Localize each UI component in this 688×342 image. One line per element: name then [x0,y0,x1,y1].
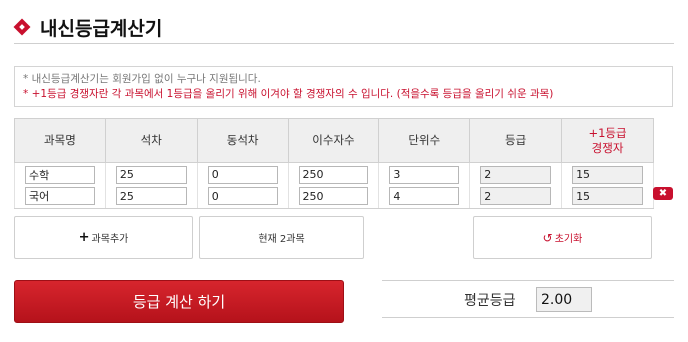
average-grade-output [536,287,592,312]
students-input[interactable] [298,187,369,206]
header-units: 단위수 [378,118,471,163]
header-rank: 석차 [104,118,198,163]
grade-table: 과목명 석차 동석차 이수자수 단위수 등급 +1등급 경쟁자 [14,118,654,209]
tie-rank-input[interactable] [207,165,278,184]
subject-input[interactable] [25,187,95,206]
reset-label: 초기화 [554,234,583,245]
students-input[interactable] [298,165,369,184]
calculate-label: 등급 계산 하기 [132,293,226,311]
calculate-button[interactable]: 등급 계산 하기 [14,280,344,323]
notice-line-2: * +1등급 경쟁자란 각 과목에서 1등급을 올리기 위해 이겨야 할 경쟁자… [23,88,554,100]
table-row [14,184,654,209]
add-subject-button[interactable]: + 과목추가 [14,216,193,259]
competitors-output [572,165,643,184]
average-grade-label: 평균등급 [464,293,516,309]
table-row [14,162,654,185]
plus-icon: + [78,230,90,245]
header-competitors: +1등급 경쟁자 [561,118,654,163]
reset-button[interactable]: ↺ 초기화 [473,216,652,259]
header-subject: 과목명 [14,118,106,163]
rank-input[interactable] [115,165,187,184]
diamond-icon [13,18,31,36]
reset-icon: ↺ [542,230,553,245]
page-header: 내신등급계산기 [13,12,674,44]
subject-count-label: 현재 2과목 [258,234,305,245]
competitors-output [572,187,643,206]
average-grade-box: 평균등급 [382,280,674,318]
notice-box: * 내신등급계산기는 회원가입 없이 누구나 지원됩니다. * +1등급 경쟁자… [14,66,673,107]
delete-row-button[interactable]: ✖ [653,187,673,200]
header-tie-rank: 동석차 [196,118,289,163]
notice-line-1: * 내신등급계산기는 회원가입 없이 누구나 지원됩니다. [23,73,261,85]
header-grade: 등급 [469,118,563,163]
units-input[interactable] [389,165,460,184]
grade-output [480,187,552,206]
rank-input[interactable] [115,187,187,206]
table-header-row: 과목명 석차 동석차 이수자수 단위수 등급 +1등급 경쟁자 [14,118,654,163]
units-input[interactable] [389,187,460,206]
add-subject-label: 과목추가 [91,234,129,245]
tie-rank-input[interactable] [207,187,278,206]
page-title: 내신등급계산기 [40,18,163,40]
subject-input[interactable] [25,165,95,184]
grade-output [480,165,552,184]
header-students: 이수자수 [287,118,380,163]
subject-count-button[interactable]: 현재 2과목 [199,216,364,259]
header-competitors-line2: 경쟁자 [591,140,624,155]
header-competitors-line1: +1등급 [588,125,627,140]
